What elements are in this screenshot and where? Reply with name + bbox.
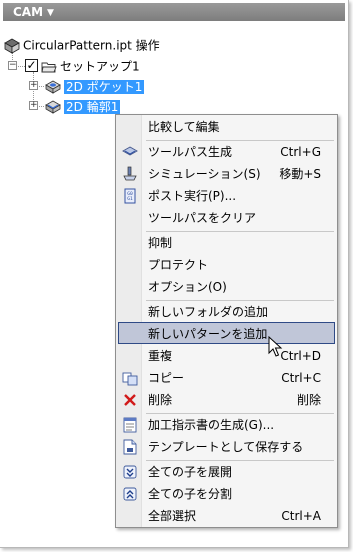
folder-open-icon xyxy=(41,62,57,72)
menu-item-clear-toolpath[interactable]: ツールパスをクリア xyxy=(118,207,335,229)
menu-item-shortcut: 削除 xyxy=(296,393,321,407)
generate-toolpath-icon xyxy=(122,146,138,156)
expand-expander-icon[interactable]: + xyxy=(29,101,38,110)
menu-item-new-folder[interactable]: 新しいフォルダの追加 xyxy=(118,301,335,323)
menu-item-collapse-all[interactable]: 全ての子を分割 xyxy=(118,483,335,505)
delete-icon xyxy=(124,394,136,406)
context-menu: 比較して編集 ツールパス生成 Ctrl+G シミュレーション(S) 移動+S G… xyxy=(115,114,338,528)
menu-item-compare-edit[interactable]: 比較して編集 xyxy=(118,116,335,138)
menu-item-label: ツールパスをクリア xyxy=(148,211,257,225)
menu-item-label: 新しいパターンを追加 xyxy=(148,327,268,341)
tree-item-pocket[interactable]: 2D ポケット1 xyxy=(45,77,145,95)
menu-item-new-pattern[interactable]: 新しいパターンを追加 xyxy=(118,322,335,344)
menu-item-label: 加工指示書の生成(G)... xyxy=(148,418,275,432)
menu-item-label: コピー xyxy=(148,371,185,385)
menu-item-label: 削除 xyxy=(148,393,173,407)
menu-item-copy[interactable]: コピー Ctrl+C xyxy=(118,367,335,389)
contour-label: 2D 輪郭1 xyxy=(64,99,121,114)
menu-item-label: プロテクト xyxy=(148,258,209,272)
document-label: CircularPattern.ipt 操作 xyxy=(23,38,160,53)
tree-item-document[interactable]: CircularPattern.ipt 操作 xyxy=(4,36,160,54)
svg-text:G1: G1 xyxy=(127,196,133,202)
menu-item-label: 比較して編集 xyxy=(148,120,220,134)
menu-item-setup-sheet[interactable]: 加工指示書の生成(G)... xyxy=(118,414,335,436)
pocket-operation-icon xyxy=(45,80,61,94)
menu-item-label: オプション(O) xyxy=(148,280,227,294)
menu-item-suppress[interactable]: 抑制 xyxy=(118,232,335,254)
collapse-all-icon xyxy=(123,487,137,501)
part-document-icon xyxy=(4,38,20,54)
menu-item-label: 全ての子を展開 xyxy=(148,465,233,479)
menu-item-shortcut: Ctrl+C xyxy=(281,371,321,385)
menu-item-label: 全部選択 xyxy=(148,509,197,523)
collapse-expander-icon[interactable]: − xyxy=(8,61,17,70)
contour-operation-icon xyxy=(45,100,61,114)
menu-item-delete[interactable]: 削除 削除 xyxy=(118,389,335,411)
menu-item-shortcut: Ctrl+D xyxy=(280,349,321,363)
menu-item-label: シミュレーション(S) xyxy=(148,167,261,181)
pocket-label: 2D ポケット1 xyxy=(64,79,145,94)
menu-item-post-process[interactable]: G0 G1 ポスト実行(P)... xyxy=(118,185,335,207)
chevron-down-icon: ▼ xyxy=(47,8,54,18)
expand-expander-icon[interactable]: + xyxy=(29,81,38,90)
menu-item-shortcut: Ctrl+G xyxy=(280,145,321,159)
menu-item-generate-toolpath[interactable]: ツールパス生成 Ctrl+G xyxy=(118,141,335,163)
tree-line xyxy=(18,66,25,67)
tree-line xyxy=(39,106,44,107)
menu-item-simulation[interactable]: シミュレーション(S) 移動+S xyxy=(118,163,335,185)
menu-item-label: 全ての子を分割 xyxy=(148,487,233,501)
cam-panel-title: CAM xyxy=(13,5,44,19)
menu-item-expand-all[interactable]: 全ての子を展開 xyxy=(118,461,335,483)
menu-item-label: 新しいフォルダの追加 xyxy=(148,305,269,319)
expand-all-icon xyxy=(123,465,137,479)
save-template-icon xyxy=(123,439,137,455)
menu-item-label: 重複 xyxy=(148,349,173,363)
cam-panel-header[interactable]: CAM ▼ xyxy=(3,3,345,21)
menu-item-label: テンプレートとして保存する xyxy=(148,440,304,454)
post-process-icon: G0 G1 xyxy=(124,188,136,204)
setup-checkbox[interactable]: ✓ xyxy=(25,59,38,72)
menu-item-shortcut: Ctrl+A xyxy=(281,509,321,523)
menu-item-label: ツールパス生成 xyxy=(148,145,233,159)
setup-sheet-icon xyxy=(123,417,137,433)
setup-label: セットアップ1 xyxy=(60,59,140,74)
menu-item-label: 抑制 xyxy=(148,236,173,250)
menu-item-options[interactable]: オプション(O) xyxy=(118,276,335,298)
mouse-cursor-icon xyxy=(268,336,283,357)
menu-item-select-all[interactable]: 全部選択 Ctrl+A xyxy=(118,505,335,527)
menu-item-protect[interactable]: プロテクト xyxy=(118,254,335,276)
menu-item-save-template[interactable]: テンプレートとして保存する xyxy=(118,436,335,458)
simulation-icon xyxy=(123,166,137,181)
tree-item-contour[interactable]: 2D 輪郭1 xyxy=(45,97,121,115)
menu-item-shortcut: 移動+S xyxy=(279,167,321,181)
tree-line xyxy=(39,86,44,87)
tree-item-setup[interactable]: セットアップ1 xyxy=(41,57,140,75)
copy-icon xyxy=(122,372,138,386)
cam-browser-panel: CAM ▼ CircularPattern.ipt 操作 − ✓ セットアップ1 … xyxy=(0,0,349,548)
menu-item-label: ポスト実行(P)... xyxy=(148,189,237,203)
menu-item-duplicate[interactable]: 重複 Ctrl+D xyxy=(118,345,335,367)
